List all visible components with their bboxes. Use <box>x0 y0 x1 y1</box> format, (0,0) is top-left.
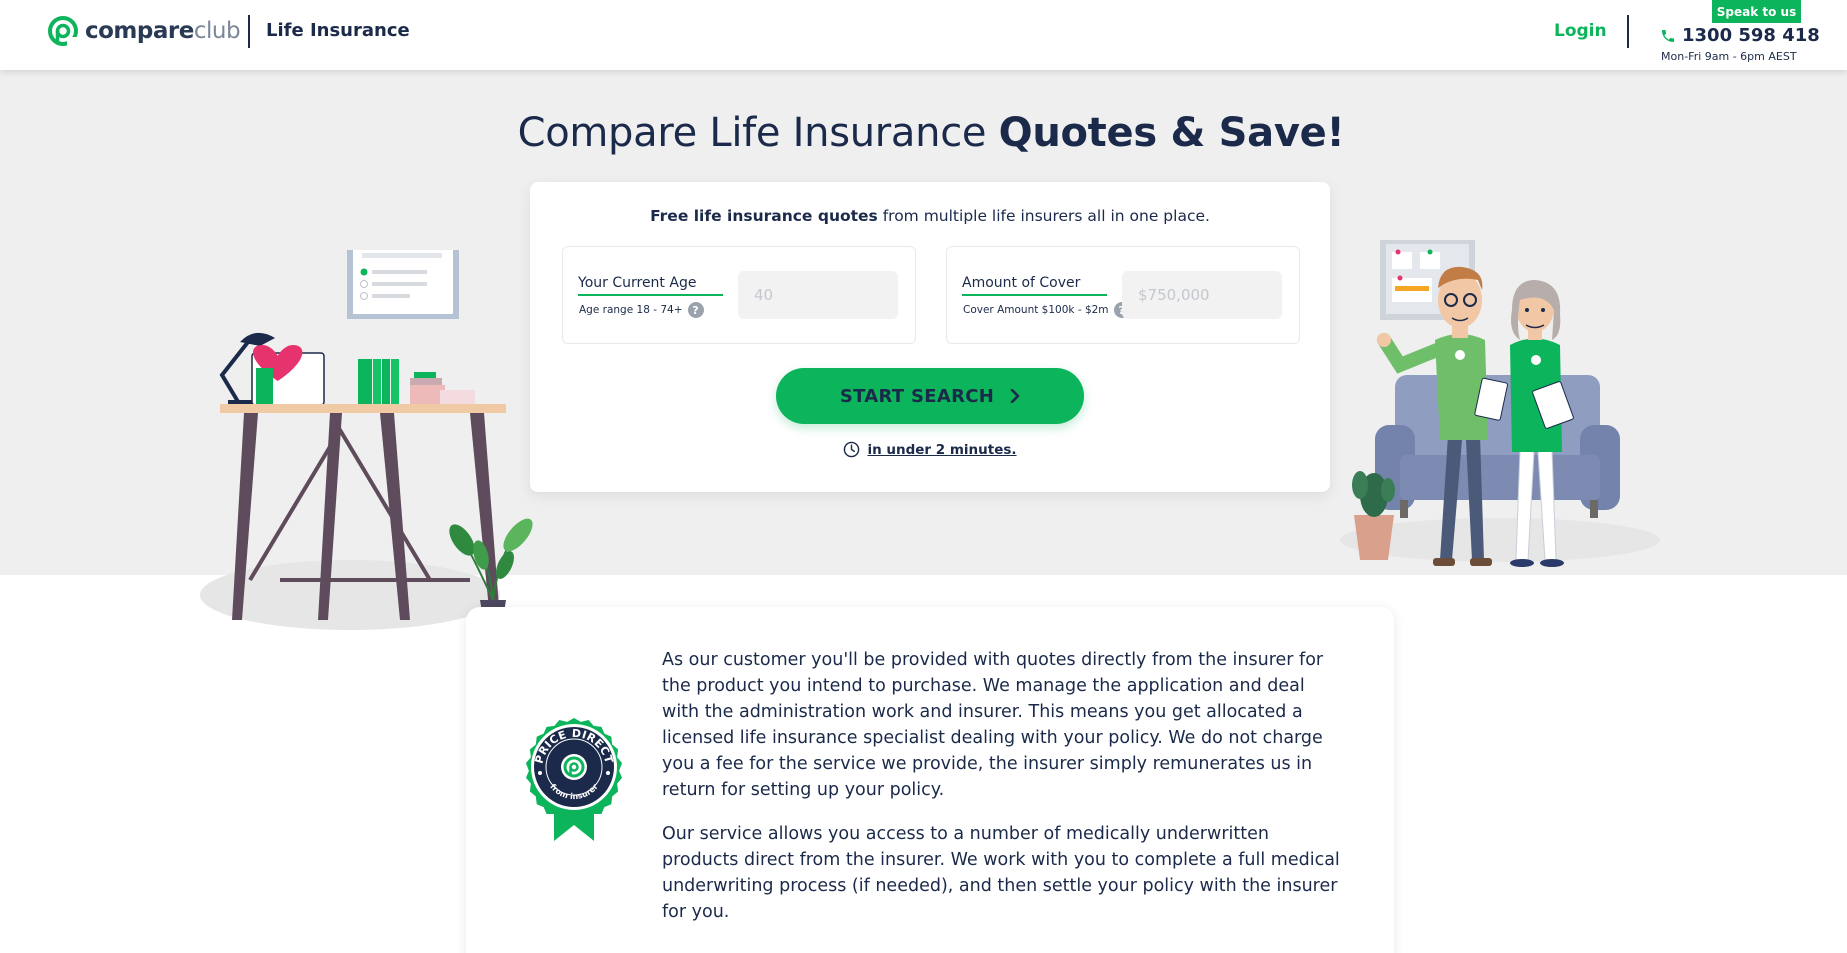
phone-number: 1300 598 418 <box>1682 25 1820 46</box>
age-field-group: Your Current Age Age range 18 - 74+ ? <box>562 246 916 344</box>
time-note-link[interactable]: in under 2 minutes. <box>867 442 1016 458</box>
quote-form-card: Free life insurance quotes from multiple… <box>530 182 1330 492</box>
cover-field-group: Amount of Cover Cover Amount $100k - $2m… <box>946 246 1300 344</box>
site-header: compareclub Life Insurance Login Speak t… <box>0 0 1847 70</box>
cover-help-text: Cover Amount $100k - $2m ? <box>963 302 1130 318</box>
compareclub-logo[interactable]: compareclub <box>47 14 241 48</box>
product-name: Life Insurance <box>266 20 410 41</box>
start-search-label: START SEARCH <box>839 385 995 407</box>
info-paragraph: Our service allows you access to a numbe… <box>662 824 1340 922</box>
cover-label: Amount of Cover <box>962 275 1107 296</box>
cover-range-text: Cover Amount $100k - $2m <box>963 304 1109 316</box>
speak-to-us-badge[interactable]: Speak to us <box>1712 0 1801 23</box>
age-range-text: Age range 18 - 74+ <box>579 304 683 316</box>
card-intro: Free life insurance quotes from multiple… <box>650 207 1210 225</box>
logo-wordmark: compareclub <box>85 18 241 44</box>
start-search-button[interactable]: START SEARCH <box>776 368 1084 424</box>
phone-number-link[interactable]: 1300 598 418 <box>1660 25 1820 46</box>
hero-section: Compare Life Insurance Quotes & Save! Fr… <box>0 70 1847 630</box>
age-help-text: Age range 18 - 74+ ? <box>579 302 704 318</box>
age-label: Your Current Age <box>578 275 723 296</box>
price-direct-badge-icon: PRICE DIRECT from insurer <box>525 718 623 841</box>
opening-hours: Mon-Fri 9am - 6pm AEST <box>1661 50 1797 63</box>
page-title: Compare Life Insurance Quotes & Save! <box>517 110 1345 156</box>
desk-illustration <box>200 250 533 630</box>
info-card: PRICE DIRECT from insurer As our custome… <box>466 607 1394 953</box>
age-input[interactable] <box>738 271 898 319</box>
login-link[interactable]: Login <box>1554 21 1607 41</box>
help-icon[interactable]: ? <box>687 302 704 318</box>
cover-amount-input[interactable] <box>1122 271 1282 319</box>
info-paragraph: As our customer you'll be provided with … <box>662 650 1324 800</box>
phone-icon <box>1662 29 1674 42</box>
chevron-right-icon <box>1010 389 1020 403</box>
time-note: in under 2 minutes. <box>530 441 1330 458</box>
login-divider <box>1627 15 1629 48</box>
advisors-illustration <box>1340 240 1660 567</box>
compareclub-logo-icon <box>48 16 78 47</box>
clock-icon <box>844 441 860 458</box>
header-divider <box>248 15 250 48</box>
info-text: As our customer you'll be provided with … <box>662 647 1342 925</box>
